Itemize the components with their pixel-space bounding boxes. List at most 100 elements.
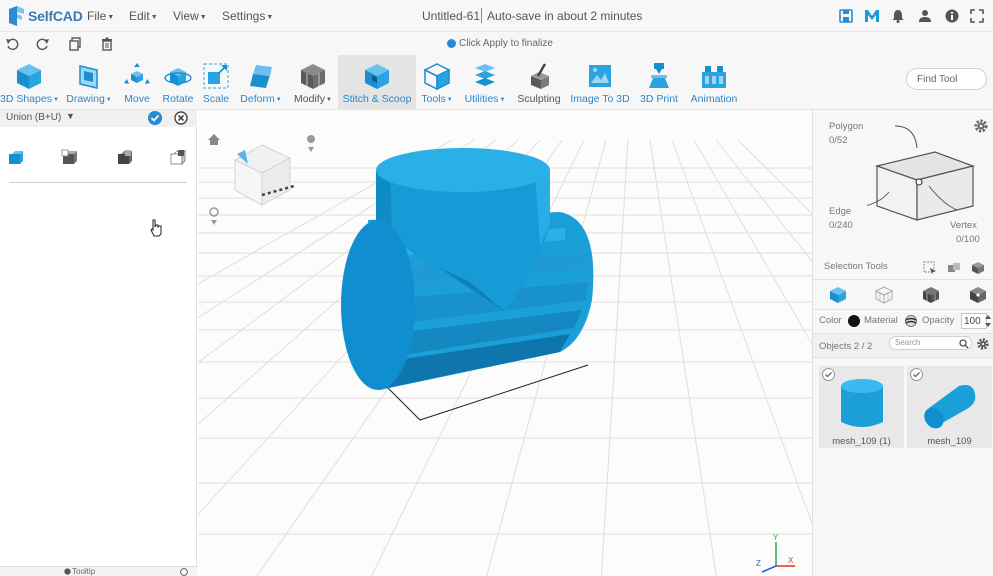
redo-icon[interactable]	[36, 37, 50, 51]
tool-image-to-3d[interactable]: Image To 3D	[568, 55, 632, 110]
stitch-scoop-icon	[365, 64, 389, 89]
tooltip-footer[interactable]	[0, 566, 197, 576]
user-profile-icon[interactable]	[917, 8, 933, 24]
object-name: mesh_109	[927, 436, 972, 447]
delete-trash-icon[interactable]	[100, 37, 114, 51]
pointer-select-icon[interactable]	[923, 261, 937, 275]
app-name: SelfCAD	[28, 8, 83, 24]
undo-icon[interactable]	[5, 37, 19, 51]
object-thumbnail	[841, 379, 883, 427]
tool-rotate[interactable]: Rotate	[158, 55, 198, 110]
opacity-stepper-icon[interactable]	[985, 314, 991, 328]
tool-move[interactable]: Move	[118, 55, 156, 110]
sculpting-icon	[531, 63, 549, 89]
tool-3d-shapes[interactable]: 3D Shapes▼	[0, 55, 59, 110]
svg-text:Y: Y	[773, 533, 779, 542]
3d-viewport[interactable]: Y Z X	[198, 110, 812, 576]
orbit-up-icon[interactable]	[307, 135, 315, 152]
vertex-mode-icon[interactable]	[969, 286, 987, 304]
panel-header: Union (B+U) ▼	[0, 110, 197, 127]
copy-icon[interactable]	[68, 37, 82, 51]
document-title[interactable]: Untitled-61	[422, 9, 480, 23]
select-object-icon[interactable]	[971, 261, 985, 275]
union-icon[interactable]	[7, 148, 25, 166]
tool-scale[interactable]: Scale	[200, 55, 232, 110]
selfcad-logo-icon	[9, 6, 24, 26]
subtract-icon[interactable]	[61, 148, 79, 166]
intersect-icon[interactable]	[116, 148, 134, 166]
notifications-bell-icon[interactable]	[890, 8, 906, 24]
tool-stitch-scoop[interactable]: Stitch & Scoop	[338, 55, 416, 110]
app-logo[interactable]: SelfCAD	[7, 5, 83, 27]
myminifactory-icon[interactable]	[864, 8, 880, 24]
tooltip-info-icon	[64, 568, 71, 575]
tool-drawing[interactable]: Drawing▼	[64, 55, 114, 110]
modify-icon	[301, 64, 325, 89]
edge-label[interactable]: Edge	[829, 206, 851, 217]
find-tool-input[interactable]: Find Tool	[906, 68, 987, 90]
3d-print-icon	[649, 63, 669, 88]
tool-utilities[interactable]: Utilities▼	[460, 55, 510, 110]
object-check-icon[interactable]	[822, 368, 835, 381]
tool-options-panel: Union (B+U) ▼ Tooltip	[0, 110, 197, 576]
slice-icon[interactable]	[169, 148, 187, 166]
fullscreen-icon[interactable]	[969, 8, 985, 24]
top-bar: SelfCAD File▼ Edit▼ View▼ Settings▼ Unti…	[0, 0, 993, 32]
menu-settings[interactable]: Settings▼	[222, 9, 273, 23]
tools-cube-icon	[423, 63, 451, 90]
tooltip-label: Tooltip	[72, 567, 96, 576]
info-icon[interactable]	[944, 8, 960, 24]
search-icon[interactable]	[959, 339, 969, 349]
tool-3d-print[interactable]: 3D Print	[636, 55, 682, 110]
tool-modify[interactable]: Modify▼	[290, 55, 336, 110]
menu-view[interactable]: View▼	[173, 9, 207, 23]
deform-icon	[250, 65, 272, 88]
image-to-3d-icon	[589, 65, 611, 87]
move-arrows-icon	[124, 63, 150, 84]
object-name: mesh_109 (1)	[832, 436, 891, 447]
object-check-icon[interactable]	[910, 368, 923, 381]
selfcad-app: SelfCAD File▼ Edit▼ View▼ Settings▼ Unti…	[0, 0, 993, 576]
face-mode-icon[interactable]	[875, 286, 893, 304]
cylinder-end-cap[interactable]	[341, 220, 415, 390]
tool-sculpting[interactable]: Sculpting	[514, 55, 564, 110]
cancel-close-icon[interactable]	[174, 111, 188, 125]
axis-gizmo: Y Z X	[756, 533, 795, 573]
svg-text:Z: Z	[756, 559, 761, 568]
opacity-input[interactable]: 100	[961, 313, 987, 329]
select-all-cubes-icon[interactable]	[947, 261, 961, 275]
color-swatch[interactable]	[848, 315, 860, 327]
utilities-icon	[475, 64, 495, 86]
cube-icon	[17, 64, 41, 89]
tooltip-help-icon[interactable]	[180, 568, 188, 576]
view-cube[interactable]	[234, 144, 295, 206]
object-card-mesh-109-1[interactable]: mesh_109 (1)	[819, 366, 904, 448]
orbit-down-icon[interactable]	[209, 207, 219, 225]
object-card-mesh-109[interactable]: mesh_109	[907, 366, 992, 448]
autosave-status: Auto-save in about 2 minutes	[487, 9, 643, 23]
menu-file[interactable]: File▼	[87, 9, 114, 23]
tool-deform[interactable]: Deform▼	[236, 55, 286, 110]
apply-check-icon[interactable]	[148, 111, 162, 125]
scene-canvas[interactable]: Y Z X	[198, 110, 812, 576]
tool-tools[interactable]: Tools▼	[418, 55, 456, 110]
material-swatch-icon[interactable]	[905, 315, 917, 327]
home-view-icon[interactable]	[208, 134, 220, 145]
objects-settings-gear-icon[interactable]	[976, 337, 990, 351]
operation-dropdown-caret[interactable]: ▼	[66, 111, 75, 121]
object-mode-icon[interactable]	[829, 286, 847, 304]
polygon-label[interactable]: Polygon	[829, 121, 863, 132]
main-toolbar: 3D Shapes▼ Drawing▼ Move Rotate Scale De…	[0, 55, 993, 110]
operation-title[interactable]: Union (B+U)	[6, 112, 61, 123]
polygon-count: 0/52	[829, 135, 848, 146]
menu-edit[interactable]: Edit▼	[129, 9, 158, 23]
tool-animation[interactable]: Animation	[686, 55, 742, 110]
objects-count: Objects 2 / 2	[819, 341, 873, 352]
drawing-icon	[79, 65, 98, 89]
save-icon[interactable]	[838, 8, 854, 24]
vertex-count: 0/100	[956, 234, 980, 245]
selection-tools-row: Selection Tools	[813, 256, 993, 280]
color-label: Color	[819, 315, 842, 326]
edge-mode-icon[interactable]	[922, 286, 940, 304]
title-separator	[481, 8, 482, 23]
